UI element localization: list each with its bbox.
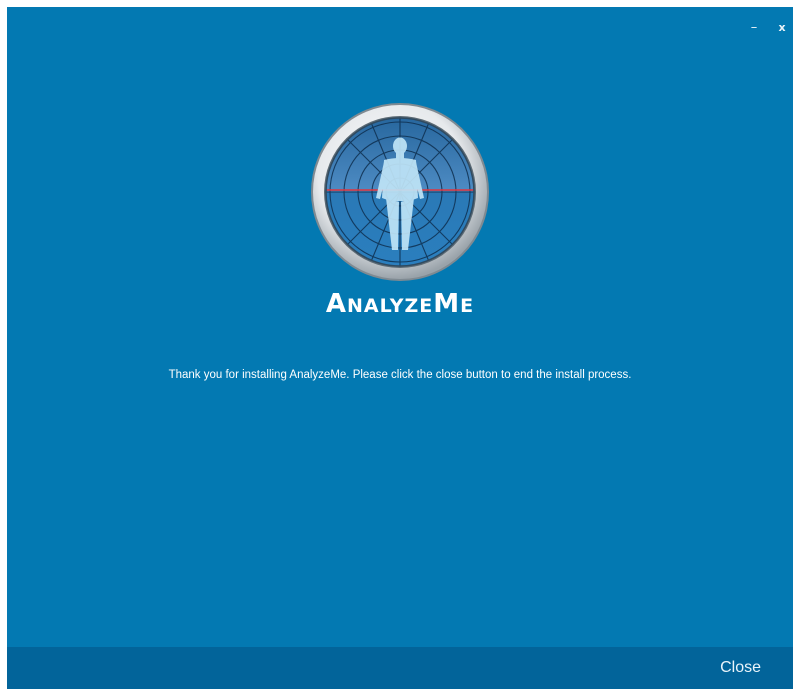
title-bar-controls: – x [743,17,793,37]
brand-letter-m: M [433,289,461,319]
minimize-button[interactable]: – [743,17,765,37]
brand-text-nalyze: NALYZE [346,295,434,317]
install-complete-message: Thank you for installing AnalyzeMe. Plea… [168,369,632,381]
installer-window: – x ANALYZEME Thank you for installing A… [7,7,793,689]
radar-body-icon [311,103,489,281]
app-brand-name: ANALYZEME [7,289,793,322]
brand-text-e: E [460,295,475,317]
brand-letter-a: A [325,289,347,319]
window-close-button[interactable]: x [771,17,793,37]
close-button[interactable]: Close [718,655,763,681]
app-logo [310,102,490,282]
footer-bar: Close [7,647,793,689]
